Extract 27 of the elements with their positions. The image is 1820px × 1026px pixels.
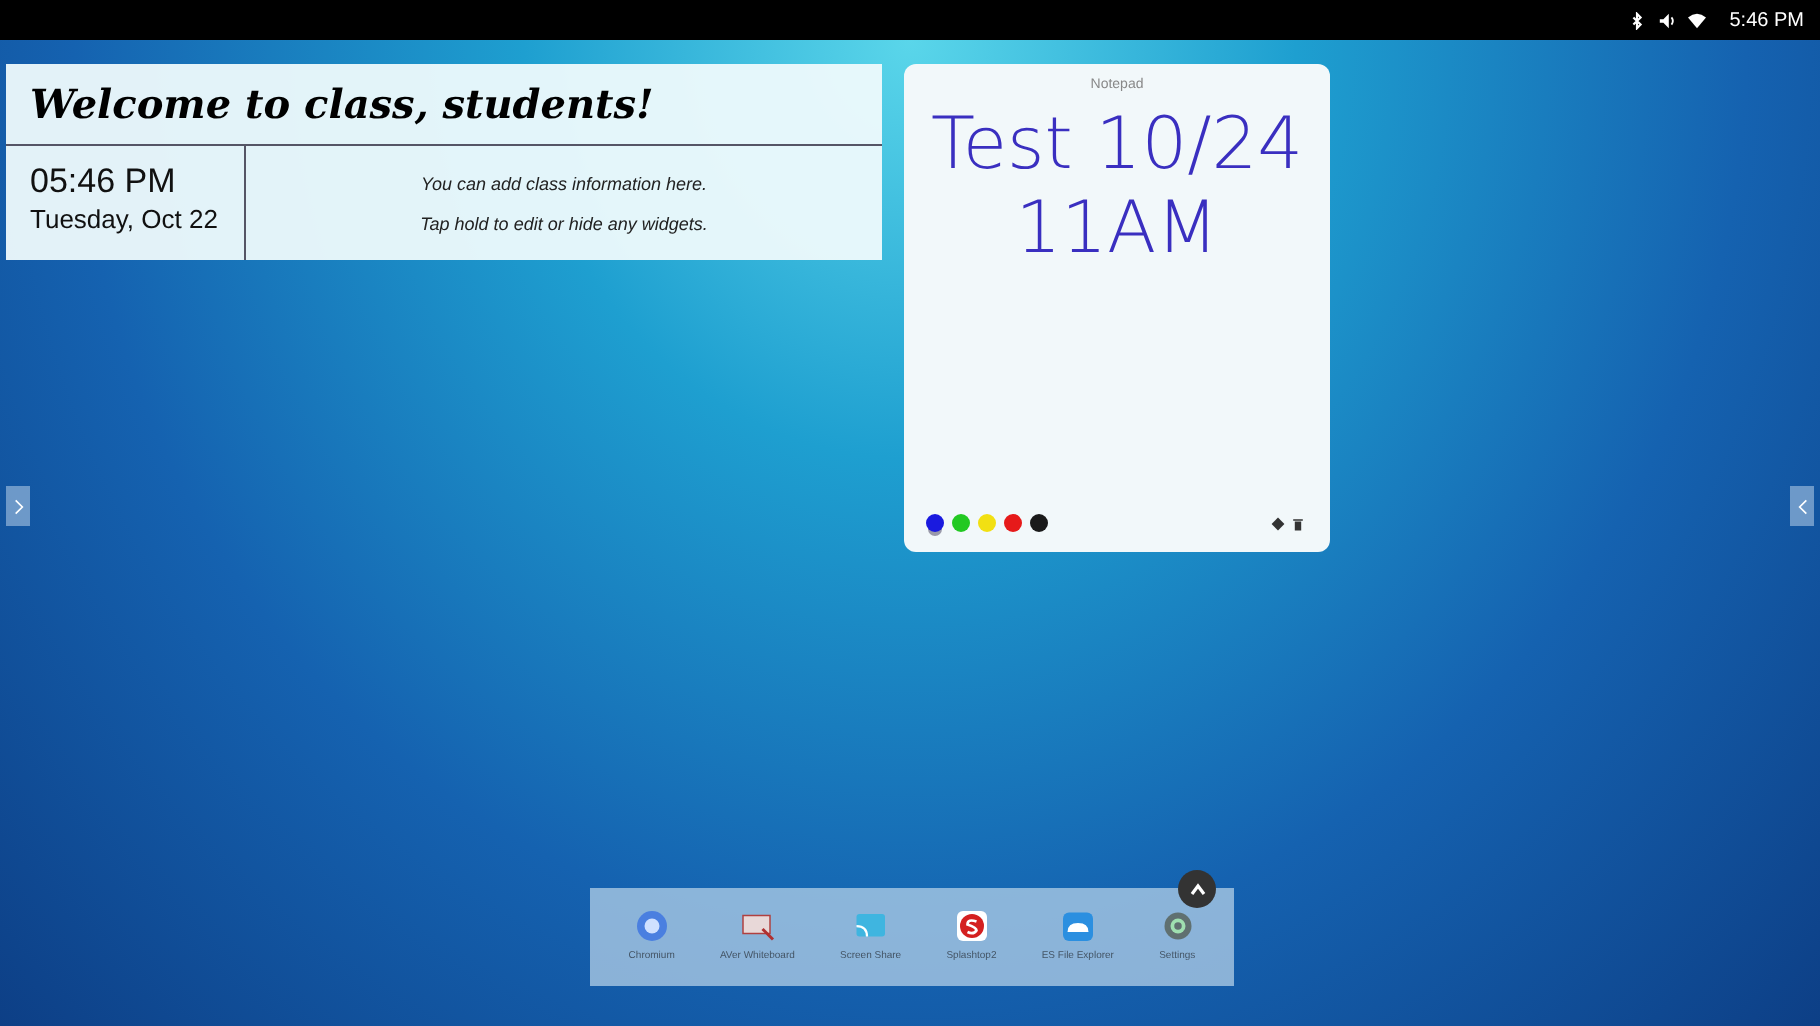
pen-color-dot[interactable]	[978, 514, 996, 532]
trash-icon[interactable]	[1290, 515, 1306, 531]
right-arrow-tab[interactable]	[1790, 486, 1814, 526]
handwritten-note: Test 10/24	[930, 104, 1304, 188]
handwritten-note: 11AM	[1015, 188, 1219, 272]
chevron-up-icon	[1187, 879, 1207, 899]
clock-time: 05:46 PM	[30, 162, 178, 202]
left-arrow-tab[interactable]	[6, 486, 30, 526]
status-time: 5:46 PM	[1729, 9, 1804, 31]
welcome-widget[interactable]: Welcome to class, students! 05:46 PM Tuesday, Oct 22 You can add class information here. Tap hold to edit or hide any widgets.	[6, 64, 882, 260]
gear-icon	[1159, 908, 1196, 944]
chevron-left-icon	[1797, 497, 1807, 515]
bluetooth-icon	[1627, 11, 1646, 29]
pen-color-dot[interactable]	[926, 514, 944, 532]
eraser-icon[interactable]	[1270, 515, 1286, 531]
wifi-icon	[1687, 11, 1706, 29]
letter-s-icon	[953, 908, 990, 944]
volume-icon	[1657, 11, 1676, 29]
pen-color-dot[interactable]	[1030, 514, 1048, 532]
pen-color-dot[interactable]	[952, 514, 970, 532]
chevron-right-icon	[13, 497, 23, 515]
info-text: You can add class information here.	[420, 173, 708, 193]
pen-color-dot[interactable]	[1004, 514, 1022, 532]
clock-date: Tuesday, Oct 22	[30, 204, 220, 234]
expand-dock-button[interactable]	[1178, 870, 1216, 908]
welcome-title: Welcome to class, students!	[6, 64, 882, 146]
info-text: Tap hold to edit or hide any widgets.	[420, 213, 708, 233]
